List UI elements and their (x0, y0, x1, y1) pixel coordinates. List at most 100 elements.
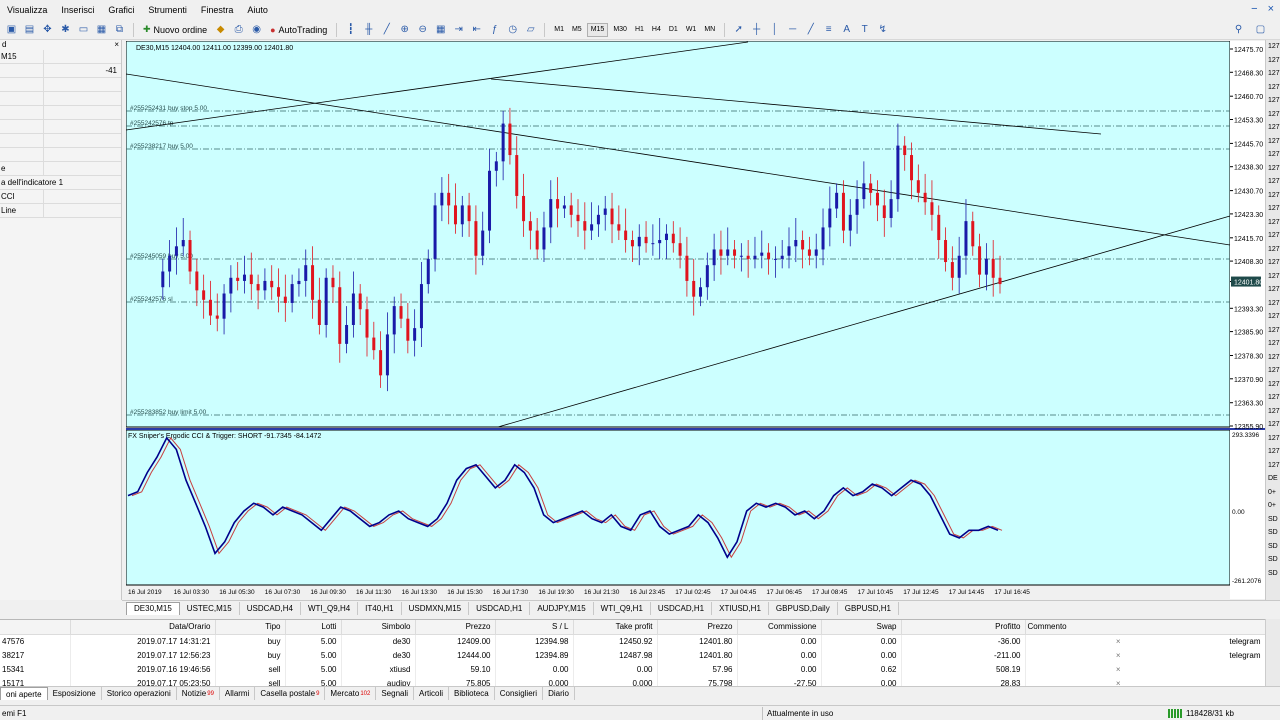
terminal-tab[interactable]: Biblioteca (449, 687, 495, 700)
terminal-tab[interactable]: oni aperte (0, 687, 48, 700)
line-chart-icon[interactable]: ╱ (379, 22, 394, 37)
menu-item[interactable]: Grafici (101, 5, 141, 15)
column-header[interactable]: Profitto (901, 620, 1026, 635)
close-position-icon[interactable]: × (1116, 651, 1121, 660)
close-position-icon[interactable]: × (1116, 665, 1121, 674)
timeframe-button[interactable]: M5 (569, 23, 585, 37)
chart-tab[interactable]: USDCAD,H1 (469, 601, 531, 615)
close-position-icon[interactable]: × (1116, 637, 1121, 646)
price-chart[interactable]: 12475.70 12468.30 12460.70 12453.30 12445.70… (126, 41, 1265, 599)
timeframe-button[interactable]: M1 (551, 23, 567, 37)
terminal-tab[interactable]: Articoli (414, 687, 450, 700)
auto-scroll-icon[interactable]: ⇥ (451, 22, 466, 37)
bar-chart-icon[interactable]: ┇ (343, 22, 358, 37)
terminal-tab[interactable]: Casella postale 9 (255, 687, 326, 700)
indicators-icon[interactable]: ƒ (487, 22, 502, 37)
column-header[interactable]: Prezzo (415, 620, 496, 635)
timeframe-button[interactable]: H1 (632, 23, 647, 37)
column-header[interactable]: Prezzo (657, 620, 738, 635)
chart-tab[interactable]: USDMXN,M15 (402, 601, 470, 615)
periods-icon[interactable]: ◷ (505, 22, 520, 37)
chat-icon[interactable]: ▢ (1253, 22, 1268, 37)
timeframe-button[interactable]: D1 (666, 23, 681, 37)
terminal-tab[interactable]: Segnali (376, 687, 415, 700)
close-position-icon[interactable]: × (1116, 679, 1121, 687)
column-header[interactable]: Lotti (285, 620, 342, 635)
crosshair-icon[interactable]: ┼ (749, 22, 764, 37)
chart-tab[interactable]: IT40,H1 (358, 601, 402, 615)
terminal-tab[interactable]: Notizie 99 (177, 687, 220, 700)
minimize-icon[interactable]: − (1251, 3, 1257, 15)
indicator-pane[interactable] (126, 429, 1231, 586)
chart-tab[interactable]: XTIUSD,H1 (712, 601, 769, 615)
templates-icon[interactable]: ▱ (523, 22, 538, 37)
column-header[interactable]: Take profit (573, 620, 658, 635)
cursor-icon[interactable]: ➚ (731, 22, 746, 37)
chart-area[interactable]: 12475.70 12468.30 12460.70 12453.30 12445.70… (126, 41, 1265, 599)
chart-tab[interactable]: WTI_Q9,H4 (301, 601, 359, 615)
menu-item[interactable]: Aiuto (240, 5, 275, 15)
terminal-tab[interactable]: Diario (543, 687, 575, 700)
column-header[interactable] (0, 620, 71, 635)
text-label-icon[interactable]: T (857, 22, 872, 37)
data-window-icon[interactable]: ▭ (76, 22, 91, 37)
menu-item[interactable]: Strumenti (141, 5, 194, 15)
terminal-tab[interactable]: Allarmi (220, 687, 256, 700)
trade-row[interactable]: 15171 2019.07.17 05:23:50 sell 5.00 audjpy 75… (0, 676, 1265, 686)
terminal-scrollbar[interactable] (1265, 619, 1280, 686)
menu-item[interactable]: Visualizza (0, 5, 54, 15)
arrows-icon[interactable]: ↯ (875, 22, 890, 37)
candlestick-icon[interactable]: ╫ (361, 22, 376, 37)
signals-icon[interactable]: ◉ (249, 22, 264, 37)
market-watch-icon[interactable]: ✥ (40, 22, 55, 37)
zoom-in-icon[interactable]: ⊕ (397, 22, 412, 37)
navigator-icon[interactable]: ✱ (58, 22, 73, 37)
close-icon[interactable]: × (1268, 3, 1274, 15)
chart-tab[interactable]: AUDJPY,M15 (530, 601, 594, 615)
terminal-icon[interactable]: ▦ (94, 22, 109, 37)
column-header[interactable]: Commissione (737, 620, 822, 635)
terminal-tab[interactable]: Consiglieri (495, 687, 544, 700)
tile-windows-icon[interactable]: ▦ (433, 22, 448, 37)
timeframe-button[interactable]: W1 (683, 23, 700, 37)
timeframe-button[interactable]: H4 (649, 23, 664, 37)
column-header[interactable]: Data/Orario (70, 620, 216, 635)
column-header[interactable]: Commento (1025, 620, 1265, 635)
autotrading-button[interactable]: ● AutoTrading (267, 25, 330, 35)
chart-tab[interactable]: USTEC,M15 (180, 601, 240, 615)
trendline-icon[interactable]: ╱ (803, 22, 818, 37)
column-header[interactable]: Simbolo (341, 620, 416, 635)
trade-row[interactable]: 38217 2019.07.17 12:56:23 buy 5.00 de30 12444… (0, 648, 1265, 662)
trade-row[interactable]: 47576 2019.07.17 14:31:21 buy 5.00 de30 12409… (0, 634, 1265, 648)
chart-shift-icon[interactable]: ⇤ (469, 22, 484, 37)
menu-item[interactable]: Finestra (194, 5, 241, 15)
strategy-tester-icon[interactable]: ⧉ (112, 22, 127, 37)
column-header[interactable]: Swap (821, 620, 902, 635)
zoom-out-icon[interactable]: ⊖ (415, 22, 430, 37)
chart-tab[interactable]: GBPUSD,H1 (838, 601, 899, 615)
print-icon[interactable]: ⎙ (231, 22, 246, 37)
terminal-tab[interactable]: Storico operazioni (102, 687, 177, 700)
trade-row[interactable]: 15341 2019.07.16 19:46:56 sell 5.00 xtiusd 59… (0, 662, 1265, 676)
column-header[interactable]: S / L (495, 620, 574, 635)
chart-tab[interactable]: DE30,M15 (126, 601, 180, 615)
chart-tab[interactable]: USDCAD,H4 (240, 601, 301, 615)
chart-tab[interactable]: GBPUSD,Daily (769, 601, 838, 615)
timeframe-button[interactable]: M15 (586, 22, 609, 37)
price-pane[interactable] (126, 41, 1231, 428)
timeframe-button[interactable]: M30 (610, 23, 630, 37)
vertical-line-icon[interactable]: │ (767, 22, 782, 37)
terminal-tab[interactable]: Esposizione (48, 687, 102, 700)
channel-icon[interactable]: ≡ (821, 22, 836, 37)
text-icon[interactable]: A (839, 22, 854, 37)
new-order-button[interactable]: ✚ Nuovo ordine (140, 24, 210, 35)
search-icon[interactable]: ⚲ (1231, 22, 1246, 37)
chart-tab[interactable]: USDCAD,H1 (651, 601, 713, 615)
menu-item[interactable]: Inserisci (54, 5, 101, 15)
metaeditor-icon[interactable]: ◆ (213, 22, 228, 37)
column-header[interactable]: Tipo (215, 620, 286, 635)
chart-tab[interactable]: WTI_Q9,H1 (594, 601, 651, 615)
horizontal-line-icon[interactable]: ─ (785, 22, 800, 37)
profiles-icon[interactable]: ▤ (22, 22, 37, 37)
timeframe-button[interactable]: MN (701, 23, 718, 37)
